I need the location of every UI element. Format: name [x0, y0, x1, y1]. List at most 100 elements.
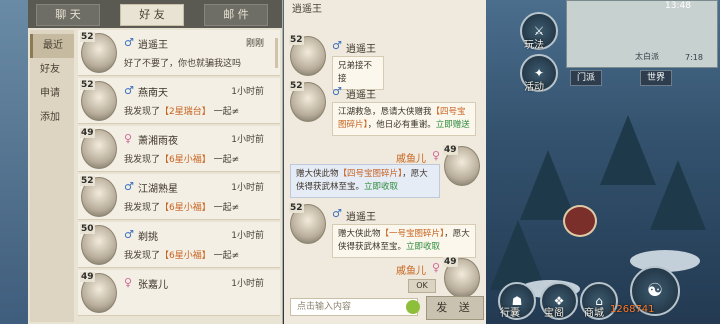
send-button[interactable]: 发 送 [426, 296, 484, 320]
male-gender-icon: ♂ [332, 207, 342, 220]
sender-name: 逍遥王 [346, 90, 376, 101]
friend-name: 张嘉儿 [138, 280, 168, 291]
hud-label-bag: 行囊 [500, 308, 520, 319]
avatar: 52 [80, 176, 117, 217]
avatar[interactable]: 52 [289, 81, 326, 122]
last-message-time: 1小时前 [231, 135, 264, 145]
item-highlight: 【一号宝图碎片】 [380, 229, 445, 239]
male-gender-icon: ♂ [332, 39, 342, 52]
tab-friends[interactable]: 好 友 [120, 4, 184, 26]
panel-tab-bar: 聊 天 好 友 邮 件 [28, 0, 282, 28]
row-scroll-indicator [275, 38, 278, 68]
item-highlight: 【2星瑞台】 [160, 107, 211, 117]
last-message: 我发现了【6星小福】 一起≠ [124, 152, 274, 165]
level-badge: 49 [443, 145, 458, 155]
clock-time: 13:48 [665, 1, 691, 11]
chat-input[interactable]: 点击输入内容 [290, 298, 418, 316]
male-gender-icon: ♂ [124, 180, 134, 193]
item-highlight: 【6星小福】 [160, 155, 211, 165]
receive-link[interactable]: 立即收取 [364, 182, 398, 192]
hud-label-play: 玩法 [524, 40, 544, 51]
friend-name: 燕南天 [138, 88, 168, 99]
message-text: 赠大侠此物 [296, 169, 339, 179]
item-highlight: 【6星小福】 [160, 251, 211, 261]
last-message: 我发现了【2星瑞台】 一起≠ [124, 104, 274, 117]
world-button[interactable]: 世界 [640, 70, 673, 86]
sender-name: 戚鱼儿 [396, 266, 426, 277]
male-gender-icon: ♂ [124, 36, 134, 49]
level-badge: 52 [289, 81, 304, 91]
chat-title: 逍遥王 [292, 4, 322, 15]
item-highlight: 【四号宝图碎片】 [338, 169, 403, 179]
last-message: 我发现了【6星小福】 一起≠ [124, 200, 274, 213]
friend-list: 52 ♂ 逍遥王 刚刚 好了不要了，你也就骗我这吗 52 ♂ 燕南天 1小时前 … [78, 30, 280, 324]
avatar[interactable]: 52 [289, 203, 326, 244]
category-friends[interactable]: 好友 [30, 58, 74, 82]
message-text: 江湖救急，恳请大侠赠我 [338, 107, 432, 117]
category-recent[interactable]: 最近 [30, 34, 74, 58]
hud-label-treasure: 宝阁 [544, 308, 564, 319]
message-text: 我发现了 [124, 203, 161, 213]
friend-row[interactable]: 49 ♀ 萧湘雨夜 1小时前 我发现了【6星小福】 一起≠ [78, 126, 280, 172]
level-badge: 52 [80, 32, 95, 42]
friend-name: 江湖熟星 [138, 184, 178, 195]
category-add[interactable]: 添加 [30, 106, 74, 130]
friend-row[interactable]: 52 ♂ 逍遥王 刚刚 好了不要了，你也就骗我这吗 [78, 30, 280, 76]
chat-bubble: 赠大侠此物【四号宝图碎片】，愿大侠得获武林至宝。立即收取 [290, 164, 440, 198]
friend-row[interactable]: 52 ♂ 江湖熟星 1小时前 我发现了【6星小福】 一起≠ [78, 174, 280, 220]
sender-name: 逍遥王 [346, 44, 376, 55]
last-message-time: 刚刚 [245, 39, 264, 49]
level-badge: 49 [80, 128, 95, 138]
left-edge-scene [0, 0, 28, 324]
avatar: 49 [80, 128, 117, 169]
tab-chat[interactable]: 聊 天 [36, 4, 100, 26]
emoji-icon[interactable] [406, 300, 420, 314]
last-message: 我发现了【6星小福】 一起≠ [124, 248, 274, 261]
chat-bubble-icon[interactable] [563, 205, 597, 237]
male-gender-icon: ♂ [124, 84, 134, 97]
tab-mail[interactable]: 邮 件 [204, 4, 268, 26]
friend-row[interactable]: 50 ♂ 剃挑 1小时前 我发现了【6星小福】 一起≠ [78, 222, 280, 268]
male-gender-icon: ♂ [332, 85, 342, 98]
message-tail: 一起≠ [210, 155, 240, 165]
level-badge: 52 [289, 203, 304, 213]
sender-name: 戚鱼儿 [396, 154, 426, 165]
avatar: 50 [80, 224, 117, 265]
level-badge: 49 [443, 257, 458, 267]
level-badge: 49 [80, 272, 95, 282]
message-text: ，他日必有重谢。 [367, 120, 436, 130]
level-badge: 52 [289, 35, 304, 45]
friend-name: 萧湘雨夜 [138, 136, 178, 147]
avatar[interactable]: 49 [443, 257, 480, 298]
hud-label-event: 活动 [524, 82, 544, 93]
friend-row[interactable]: 49 ♀ 张嘉儿 1小时前 [78, 270, 280, 316]
chat-bubble: 赠大侠此物【一号宝图碎片】，愿大侠得获武林至宝。立即收取 [332, 224, 476, 258]
combat-power: 1268741 [610, 304, 655, 315]
category-sidebar: 最近 好友 申请 添加 [30, 30, 74, 322]
message-text: 我发现了 [124, 107, 161, 117]
friend-panel: 聊 天 好 友 邮 件 最近 好友 申请 添加 52 ♂ 逍遥王 刚刚 好了不要… [28, 0, 283, 324]
level-badge: 52 [80, 176, 95, 186]
chat-bubble: 江湖救急，恳请大侠赠我【四号宝图碎片】，他日必有重谢。立即赠送 [332, 102, 476, 136]
avatar[interactable]: 52 [289, 35, 326, 76]
item-highlight: 【6星小福】 [160, 203, 211, 213]
sender-name: 逍遥王 [346, 212, 376, 223]
sect-button[interactable]: 门派 [570, 70, 603, 86]
friend-row[interactable]: 52 ♂ 燕南天 1小时前 我发现了【2星瑞台】 一起≠ [78, 78, 280, 124]
last-message: 好了不要了，你也就骗我这吗 [124, 59, 242, 69]
gift-link[interactable]: 立即赠送 [436, 120, 470, 130]
avatar: 52 [80, 80, 117, 121]
pine-tree [490, 220, 546, 290]
friend-name: 剃挑 [138, 232, 158, 243]
female-gender-icon: ♀ [124, 132, 133, 145]
avatar[interactable]: 49 [443, 145, 480, 186]
minimap-place: 太白派 [635, 52, 659, 61]
message-tail: 一起≠ [210, 107, 240, 117]
message-text: 我发现了 [124, 155, 161, 165]
receive-link[interactable]: 立即收取 [406, 242, 440, 252]
friend-name: 逍遥王 [138, 40, 168, 51]
last-message-time: 1小时前 [231, 231, 264, 241]
pine-tree [650, 160, 706, 230]
category-requests[interactable]: 申请 [30, 82, 74, 106]
minimap[interactable]: 太白派 7:18 [566, 0, 718, 68]
